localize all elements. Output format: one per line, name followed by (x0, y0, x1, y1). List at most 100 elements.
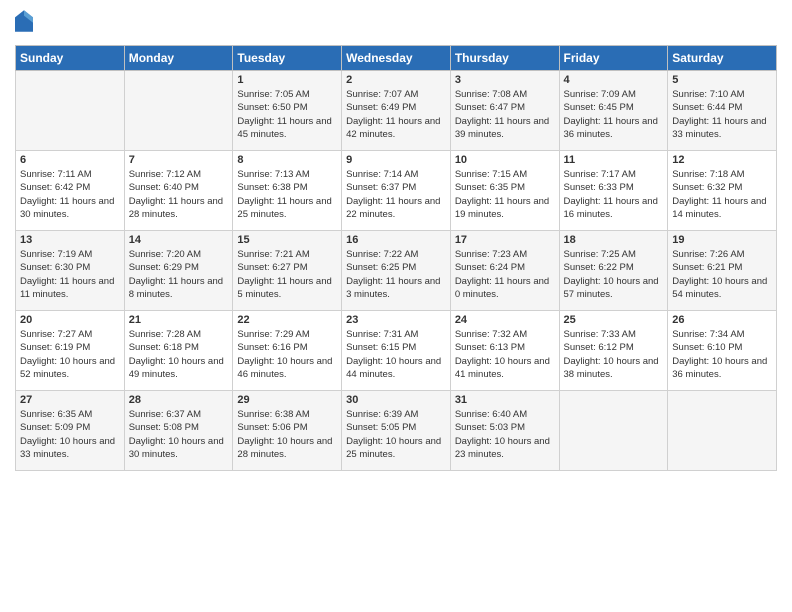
logo-icon (15, 10, 33, 32)
day-header-wednesday: Wednesday (342, 46, 451, 71)
calendar-cell: 8 Sunrise: 7:13 AMSunset: 6:38 PMDaylight… (233, 151, 342, 231)
cell-content: Sunrise: 7:21 AMSunset: 6:27 PMDaylight:… (237, 249, 331, 300)
day-number: 15 (237, 234, 337, 246)
calendar-cell: 26Sunrise: 7:34 AMSunset: 6:10 PMDayligh… (668, 311, 777, 391)
calendar-cell: 29Sunrise: 6:38 AMSunset: 5:06 PMDayligh… (233, 391, 342, 471)
calendar-cell: 23Sunrise: 7:31 AMSunset: 6:15 PMDayligh… (342, 311, 451, 391)
calendar-cell: 16Sunrise: 7:22 AMSunset: 6:25 PMDayligh… (342, 231, 451, 311)
calendar-cell: 7 Sunrise: 7:12 AMSunset: 6:40 PMDaylight… (124, 151, 233, 231)
calendar-cell: 13 Sunrise: 7:19 AMSunset: 6:30 PMDayligh… (16, 231, 125, 311)
day-number: 25 (564, 314, 664, 326)
day-header-friday: Friday (559, 46, 668, 71)
cell-content: Sunrise: 7:17 AMSunset: 6:33 PMDaylight:… (564, 169, 658, 220)
day-header-tuesday: Tuesday (233, 46, 342, 71)
cell-content: Sunrise: 7:34 AMSunset: 6:10 PMDaylight:… (672, 329, 767, 380)
cell-content: Sunrise: 7:09 AMSunset: 6:45 PMDaylight:… (564, 89, 658, 140)
week-row-3: 20 Sunrise: 7:27 AMSunset: 6:19 PMDayligh… (16, 311, 777, 391)
day-number: 7 (129, 154, 229, 166)
cell-content: Sunrise: 7:26 AMSunset: 6:21 PMDaylight:… (672, 249, 767, 300)
cell-content: Sunrise: 7:05 AMSunset: 6:50 PMDaylight:… (237, 89, 331, 140)
day-number: 5 (672, 74, 772, 86)
calendar-cell (16, 71, 125, 151)
day-number: 24 (455, 314, 555, 326)
cell-content: Sunrise: 7:08 AMSunset: 6:47 PMDaylight:… (455, 89, 549, 140)
day-number: 20 (20, 314, 120, 326)
cell-content: Sunrise: 7:12 AMSunset: 6:40 PMDaylight:… (129, 169, 223, 220)
cell-content: Sunrise: 6:35 AMSunset: 5:09 PMDaylight:… (20, 409, 115, 460)
day-number: 1 (237, 74, 337, 86)
calendar-cell (559, 391, 668, 471)
cell-content: Sunrise: 7:13 AMSunset: 6:38 PMDaylight:… (237, 169, 331, 220)
calendar-cell: 2 Sunrise: 7:07 AMSunset: 6:49 PMDaylight… (342, 71, 451, 151)
day-header-sunday: Sunday (16, 46, 125, 71)
cell-content: Sunrise: 7:25 AMSunset: 6:22 PMDaylight:… (564, 249, 659, 300)
day-number: 4 (564, 74, 664, 86)
day-number: 11 (564, 154, 664, 166)
cell-content: Sunrise: 6:39 AMSunset: 5:05 PMDaylight:… (346, 409, 441, 460)
cell-content: Sunrise: 7:20 AMSunset: 6:29 PMDaylight:… (129, 249, 223, 300)
calendar-cell: 6 Sunrise: 7:11 AMSunset: 6:42 PMDaylight… (16, 151, 125, 231)
header-row: SundayMondayTuesdayWednesdayThursdayFrid… (16, 46, 777, 71)
day-header-thursday: Thursday (450, 46, 559, 71)
day-number: 16 (346, 234, 446, 246)
calendar-cell: 20 Sunrise: 7:27 AMSunset: 6:19 PMDayligh… (16, 311, 125, 391)
day-number: 21 (129, 314, 229, 326)
day-number: 13 (20, 234, 120, 246)
cell-content: Sunrise: 7:11 AMSunset: 6:42 PMDaylight:… (20, 169, 114, 220)
cell-content: Sunrise: 6:37 AMSunset: 5:08 PMDaylight:… (129, 409, 224, 460)
cell-content: Sunrise: 7:28 AMSunset: 6:18 PMDaylight:… (129, 329, 224, 380)
cell-content: Sunrise: 7:31 AMSunset: 6:15 PMDaylight:… (346, 329, 441, 380)
header (15, 10, 777, 37)
day-number: 19 (672, 234, 772, 246)
day-number: 17 (455, 234, 555, 246)
cell-content: Sunrise: 7:27 AMSunset: 6:19 PMDaylight:… (20, 329, 115, 380)
cell-content: Sunrise: 7:29 AMSunset: 6:16 PMDaylight:… (237, 329, 332, 380)
day-number: 27 (20, 394, 120, 406)
calendar-cell: 21 Sunrise: 7:28 AMSunset: 6:18 PMDayligh… (124, 311, 233, 391)
cell-content: Sunrise: 7:15 AMSunset: 6:35 PMDaylight:… (455, 169, 549, 220)
day-number: 8 (237, 154, 337, 166)
calendar-cell: 17 Sunrise: 7:23 AMSunset: 6:24 PMDayligh… (450, 231, 559, 311)
day-number: 2 (346, 74, 446, 86)
calendar-cell (668, 391, 777, 471)
day-number: 30 (346, 394, 446, 406)
day-number: 3 (455, 74, 555, 86)
calendar-cell: 11 Sunrise: 7:17 AMSunset: 6:33 PMDayligh… (559, 151, 668, 231)
logo (15, 10, 35, 37)
calendar-cell: 3 Sunrise: 7:08 AMSunset: 6:47 PMDaylight… (450, 71, 559, 151)
calendar-cell: 31Sunrise: 6:40 AMSunset: 5:03 PMDayligh… (450, 391, 559, 471)
cell-content: Sunrise: 7:33 AMSunset: 6:12 PMDaylight:… (564, 329, 659, 380)
day-number: 10 (455, 154, 555, 166)
calendar-cell: 14 Sunrise: 7:20 AMSunset: 6:29 PMDayligh… (124, 231, 233, 311)
week-row-0: 1 Sunrise: 7:05 AMSunset: 6:50 PMDaylight… (16, 71, 777, 151)
day-number: 22 (237, 314, 337, 326)
cell-content: Sunrise: 7:14 AMSunset: 6:37 PMDaylight:… (346, 169, 440, 220)
day-number: 14 (129, 234, 229, 246)
calendar-cell: 28Sunrise: 6:37 AMSunset: 5:08 PMDayligh… (124, 391, 233, 471)
cell-content: Sunrise: 6:38 AMSunset: 5:06 PMDaylight:… (237, 409, 332, 460)
cell-content: Sunrise: 7:07 AMSunset: 6:49 PMDaylight:… (346, 89, 440, 140)
day-number: 9 (346, 154, 446, 166)
calendar-cell: 19 Sunrise: 7:26 AMSunset: 6:21 PMDayligh… (668, 231, 777, 311)
day-number: 12 (672, 154, 772, 166)
cell-content: Sunrise: 7:19 AMSunset: 6:30 PMDaylight:… (20, 249, 114, 300)
calendar-table: SundayMondayTuesdayWednesdayThursdayFrid… (15, 45, 777, 471)
calendar-cell: 1 Sunrise: 7:05 AMSunset: 6:50 PMDaylight… (233, 71, 342, 151)
cell-content: Sunrise: 7:32 AMSunset: 6:13 PMDaylight:… (455, 329, 550, 380)
day-number: 18 (564, 234, 664, 246)
calendar-cell: 5Sunrise: 7:10 AMSunset: 6:44 PMDaylight… (668, 71, 777, 151)
cell-content: Sunrise: 7:23 AMSunset: 6:24 PMDaylight:… (455, 249, 549, 300)
page: SundayMondayTuesdayWednesdayThursdayFrid… (0, 0, 792, 612)
day-number: 6 (20, 154, 120, 166)
calendar-cell: 10 Sunrise: 7:15 AMSunset: 6:35 PMDayligh… (450, 151, 559, 231)
week-row-4: 27 Sunrise: 6:35 AMSunset: 5:09 PMDayligh… (16, 391, 777, 471)
cell-content: Sunrise: 7:18 AMSunset: 6:32 PMDaylight:… (672, 169, 766, 220)
calendar-cell: 25 Sunrise: 7:33 AMSunset: 6:12 PMDayligh… (559, 311, 668, 391)
week-row-1: 6 Sunrise: 7:11 AMSunset: 6:42 PMDaylight… (16, 151, 777, 231)
calendar-cell (124, 71, 233, 151)
week-row-2: 13 Sunrise: 7:19 AMSunset: 6:30 PMDayligh… (16, 231, 777, 311)
calendar-cell: 30 Sunrise: 6:39 AMSunset: 5:05 PMDayligh… (342, 391, 451, 471)
day-header-saturday: Saturday (668, 46, 777, 71)
calendar-cell: 22 Sunrise: 7:29 AMSunset: 6:16 PMDayligh… (233, 311, 342, 391)
day-header-monday: Monday (124, 46, 233, 71)
